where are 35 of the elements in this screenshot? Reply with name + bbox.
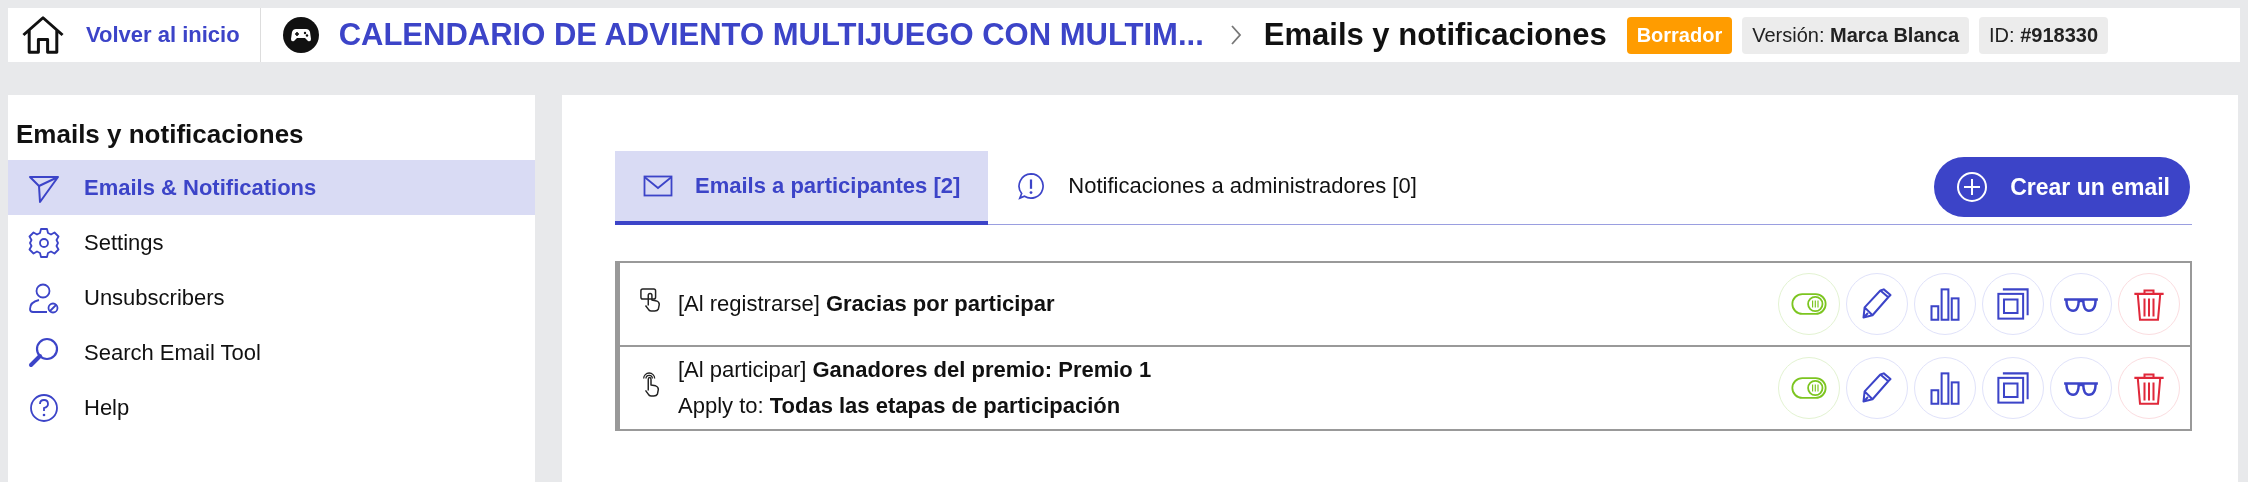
alert-bubble-icon — [1016, 171, 1047, 200]
bar-chart-icon — [1927, 370, 1963, 406]
duplicate-icon — [1995, 370, 2031, 406]
help-icon — [28, 391, 60, 424]
sidebar-item[interactable]: Settings — [8, 215, 535, 270]
apply-to-text: Apply to: Todas las etapas de participación — [678, 393, 1122, 419]
sidebar-item[interactable]: Unsubscribers — [8, 270, 535, 325]
email-title: [Al participar] Ganadores del premio: Premio 1 — [678, 357, 1153, 383]
home-link[interactable]: Volver al inicio — [20, 14, 240, 56]
trash-icon — [2131, 370, 2167, 406]
bar-chart-icon — [1927, 286, 1963, 322]
sidebar-title: Emails y notificaciones — [15, 119, 305, 151]
gamepad-icon — [282, 17, 319, 53]
project-title[interactable]: CALENDARIO DE ADVIENTO MULTIJUEGO CON MULTIM... — [338, 17, 1204, 53]
sidebar-item[interactable]: Help — [8, 380, 535, 435]
plus-circle-icon — [1956, 171, 1989, 203]
home-icon — [20, 14, 66, 56]
sidebar-item[interactable]: Emails & Notifications — [8, 160, 535, 215]
touch-icon — [640, 287, 662, 313]
user-blocked-icon — [28, 281, 60, 314]
tap-icon — [640, 371, 662, 397]
trash-icon — [2131, 286, 2167, 322]
create-email-button[interactable]: Crear un email — [1934, 157, 2190, 217]
sidebar-item[interactable]: Search Email Tool — [8, 325, 535, 380]
id-badge: ID: #918330 — [1979, 16, 2108, 54]
version-badge: Versión: Marca Blanca — [1742, 16, 1969, 54]
page-title: Emails y notificaciones — [1263, 17, 1607, 53]
tab[interactable]: Notificaciones a administradores [0] — [988, 150, 1445, 225]
gear-icon — [28, 226, 60, 259]
email-title: [Al registrarse] Gracias por participar — [678, 291, 1056, 317]
chevron-icon — [1229, 24, 1242, 46]
tab[interactable]: Emails a participantes [2] — [615, 150, 989, 225]
search-icon — [28, 336, 60, 369]
status-badge: Borrador — [1626, 16, 1733, 54]
duplicate-icon — [1995, 286, 2031, 322]
